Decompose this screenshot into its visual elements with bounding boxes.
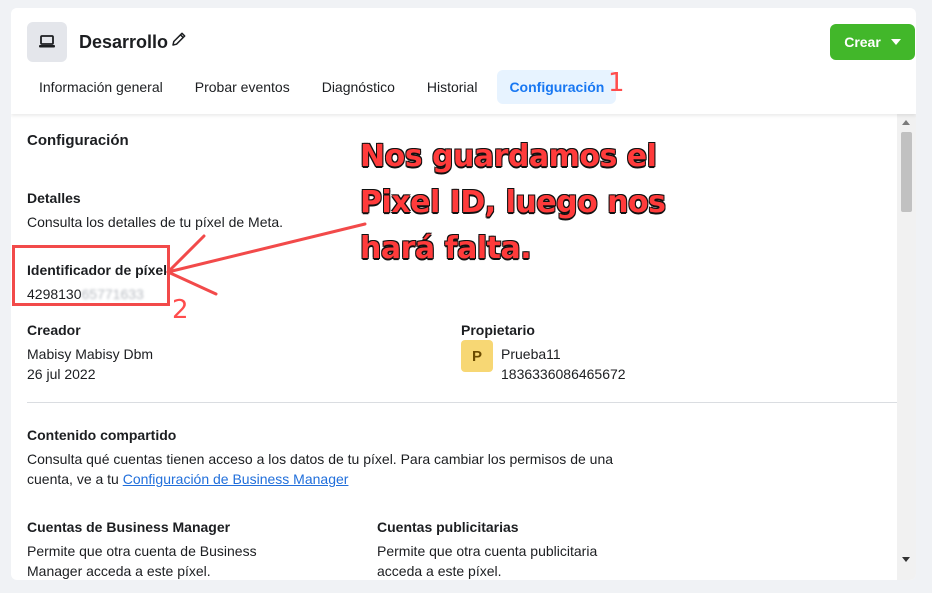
avatar: P <box>461 340 493 372</box>
creator-name: Mabisy Mabisy Dbm <box>27 346 154 362</box>
annotation-step-1: 1 <box>608 68 625 98</box>
annotation-note: Nos guardamos el Pixel ID, luego nos har… <box>360 139 666 266</box>
scroll-up-icon[interactable] <box>902 120 910 125</box>
shared-content-label: Contenido compartido <box>27 427 177 443</box>
tab-diagnostics[interactable]: Diagnóstico <box>310 70 407 104</box>
creator-label: Creador <box>27 322 81 338</box>
tab-history[interactable]: Historial <box>415 70 490 104</box>
owner-id: 1836336086465672 <box>501 366 626 382</box>
scroll-down-icon[interactable] <box>902 557 910 562</box>
divider <box>27 402 898 403</box>
tab-test-events[interactable]: Probar eventos <box>183 70 302 104</box>
annotation-step-2: 2 <box>172 295 189 325</box>
creator-date: 26 jul 2022 <box>27 366 96 382</box>
tab-bar: Información general Probar eventos Diagn… <box>27 70 624 104</box>
shared-content-description: Consulta qué cuentas tienen acceso a los… <box>27 449 627 489</box>
create-button-label: Crear <box>844 34 881 50</box>
ad-accounts-description: Permite que otra cuenta publicitaria acc… <box>377 543 598 579</box>
tab-overview[interactable]: Información general <box>27 70 175 104</box>
ad-accounts-label: Cuentas publicitarias <box>377 519 519 535</box>
owner-label: Propietario <box>461 322 535 338</box>
details-label: Detalles <box>27 190 81 206</box>
scrollbar[interactable] <box>897 114 916 580</box>
tab-settings[interactable]: Configuración <box>497 70 617 104</box>
laptop-icon <box>27 22 67 62</box>
page-title: Desarrollo <box>79 32 169 52</box>
annotation-highlight-box <box>12 245 170 306</box>
scroll-thumb[interactable] <box>901 132 912 212</box>
bm-accounts-label: Cuentas de Business Manager <box>27 519 231 535</box>
page-header: Desarrollo Crear Información general Pro… <box>11 8 916 114</box>
details-description: Consulta los detalles de tu píxel de Met… <box>27 214 284 230</box>
pencil-icon[interactable] <box>170 30 188 48</box>
create-button[interactable]: Crear <box>830 24 915 60</box>
section-title: Configuración <box>27 132 129 149</box>
caret-down-icon <box>890 39 901 45</box>
business-manager-settings-link[interactable]: Configuración de Business Manager <box>123 471 349 487</box>
owner-name: Prueba11 <box>501 346 561 362</box>
bm-accounts-description: Permite que otra cuenta de Business Mana… <box>27 543 257 579</box>
